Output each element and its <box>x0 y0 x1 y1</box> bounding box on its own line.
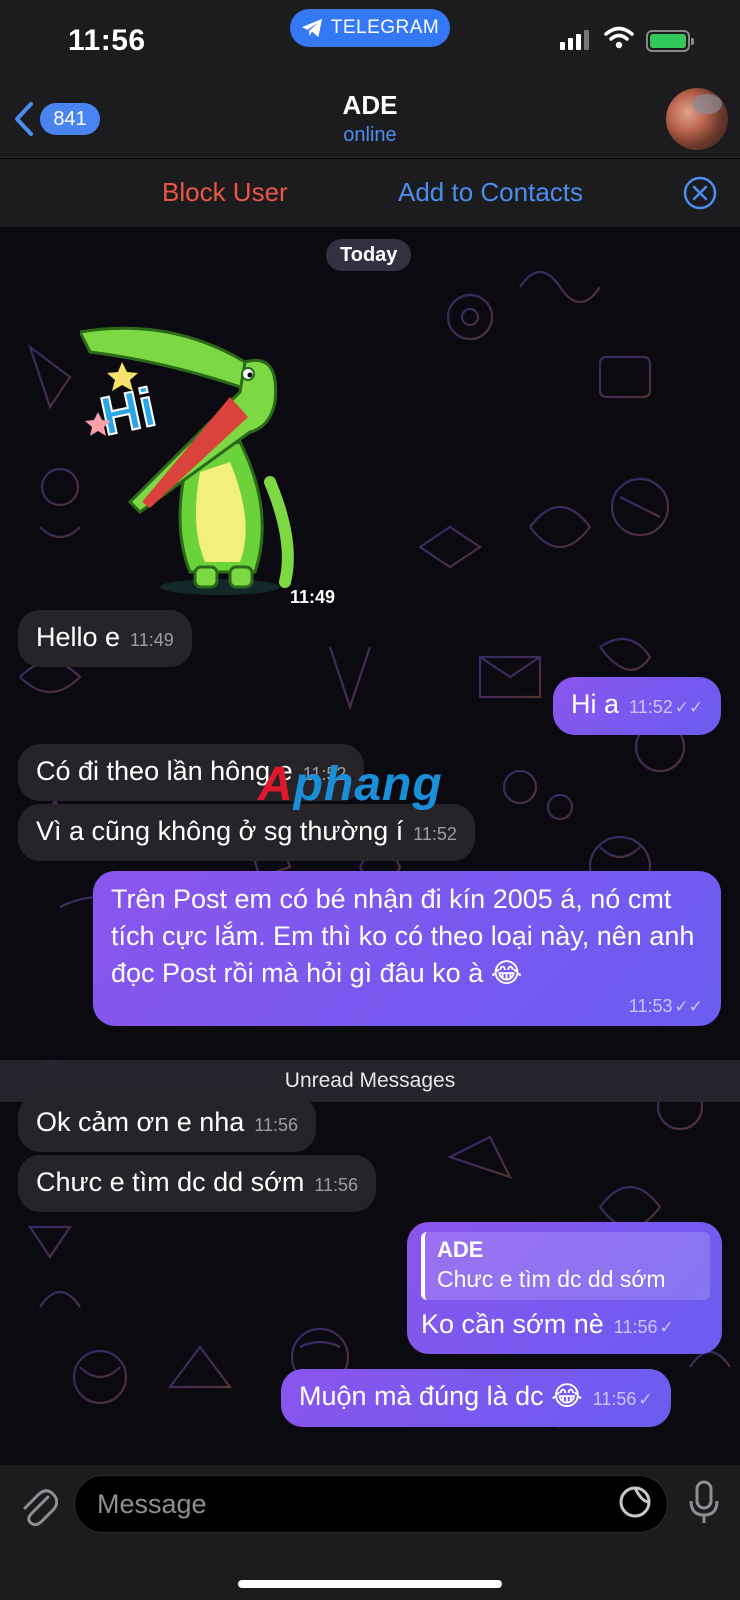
message-bubble-incoming[interactable]: Hello e 11:49 <box>18 610 192 667</box>
contact-action-bar: Block User Add to Contacts <box>0 159 740 227</box>
status-bar: 11:56 TELEGRAM <box>0 0 740 82</box>
message-list[interactable]: Today Hi 11:49 Hello e 11:49 Hi a 11:52 ✓✓ … <box>0 227 740 1465</box>
paperclip-icon[interactable] <box>18 1483 58 1527</box>
message-text: Ok cảm ơn e nha <box>36 1107 245 1137</box>
message-text: Có đi theo lần hông e <box>36 756 293 786</box>
message-time: 11:49 <box>130 630 174 650</box>
message-input[interactable]: Message <box>74 1475 668 1533</box>
message-time: 11:56 <box>613 1317 658 1337</box>
cellular-signal-icon <box>560 30 589 50</box>
watermark-logo: Aphang <box>258 758 443 811</box>
message-time: 11:53 <box>628 996 673 1016</box>
message-time: 11:56 <box>254 1115 299 1135</box>
wifi-icon <box>604 26 634 49</box>
message-time: 11:56 <box>314 1175 359 1195</box>
reply-snippet: Chưc e tìm dc dd sớm <box>437 1266 666 1292</box>
microphone-icon[interactable] <box>688 1479 720 1525</box>
read-checkmarks-icon: ✓✓ <box>674 997 704 1016</box>
battery-icon <box>646 30 694 52</box>
message-bubble-incoming[interactable]: Chưc e tìm dc dd sớm 11:56 <box>18 1155 377 1212</box>
message-bubble-outgoing-reply[interactable]: ADE Chưc e tìm dc dd sớm Ko cần sớm nè 11… <box>407 1222 722 1354</box>
sent-checkmark-icon: ✓ <box>638 1390 653 1409</box>
block-user-button[interactable]: Block User <box>162 177 288 208</box>
message-time: 11:52 <box>629 697 673 717</box>
app-pill-label: TELEGRAM <box>330 17 440 38</box>
avatar[interactable] <box>666 88 728 150</box>
home-indicator <box>238 1580 502 1588</box>
message-text: Chưc e tìm dc dd sớm <box>36 1167 305 1197</box>
telegram-plane-icon <box>301 18 322 38</box>
sticker-icon[interactable] <box>618 1485 652 1519</box>
reply-author: ADE <box>437 1237 484 1262</box>
reply-quote[interactable]: ADE Chưc e tìm dc dd sớm <box>421 1232 710 1300</box>
chat-header: 841 ADE online <box>0 82 740 158</box>
crocodile-hi-sticker[interactable]: Hi <box>80 322 310 602</box>
message-text: Vì a cũng không ở sg thường í <box>36 816 404 846</box>
message-text: Hi a <box>571 689 620 719</box>
date-separator: Today <box>326 239 412 271</box>
read-checkmarks-icon: ✓✓ <box>674 698 704 717</box>
composer-bar: Message <box>0 1465 740 1600</box>
message-bubble-outgoing[interactable]: Muộn mà đúng là dc 😂 11:56 ✓ <box>281 1369 671 1427</box>
message-bubble-outgoing[interactable]: Hi a 11:52 ✓✓ <box>553 677 722 735</box>
message-time: 11:52 <box>413 824 457 844</box>
message-bubble-incoming[interactable]: Ok cảm ơn e nha 11:56 <box>18 1095 317 1152</box>
add-to-contacts-button[interactable]: Add to Contacts <box>398 177 583 208</box>
chat-title[interactable]: ADE <box>0 90 740 121</box>
message-bubble-outgoing[interactable]: Trên Post em có bé nhận đi kín 2005 á, n… <box>93 871 721 1026</box>
message-text: Hello e <box>36 622 121 652</box>
return-to-app-pill[interactable]: TELEGRAM <box>290 9 450 47</box>
sticker-timestamp: 11:49 <box>290 587 336 607</box>
message-time: 11:56 <box>592 1389 637 1409</box>
chat-status: online <box>343 124 397 146</box>
message-bubble-incoming[interactable]: Vì a cũng không ở sg thường í 11:52 <box>18 804 475 861</box>
message-text: Ko cần sớm nè <box>421 1309 604 1339</box>
message-text: Muộn mà đúng là dc 😂 <box>299 1381 583 1411</box>
close-icon[interactable] <box>682 175 718 211</box>
message-text: Trên Post em có bé nhận đi kín 2005 á, n… <box>111 884 695 988</box>
status-time: 11:56 <box>68 24 146 57</box>
message-placeholder: Message <box>97 1489 207 1519</box>
sent-checkmark-icon: ✓ <box>659 1318 674 1337</box>
